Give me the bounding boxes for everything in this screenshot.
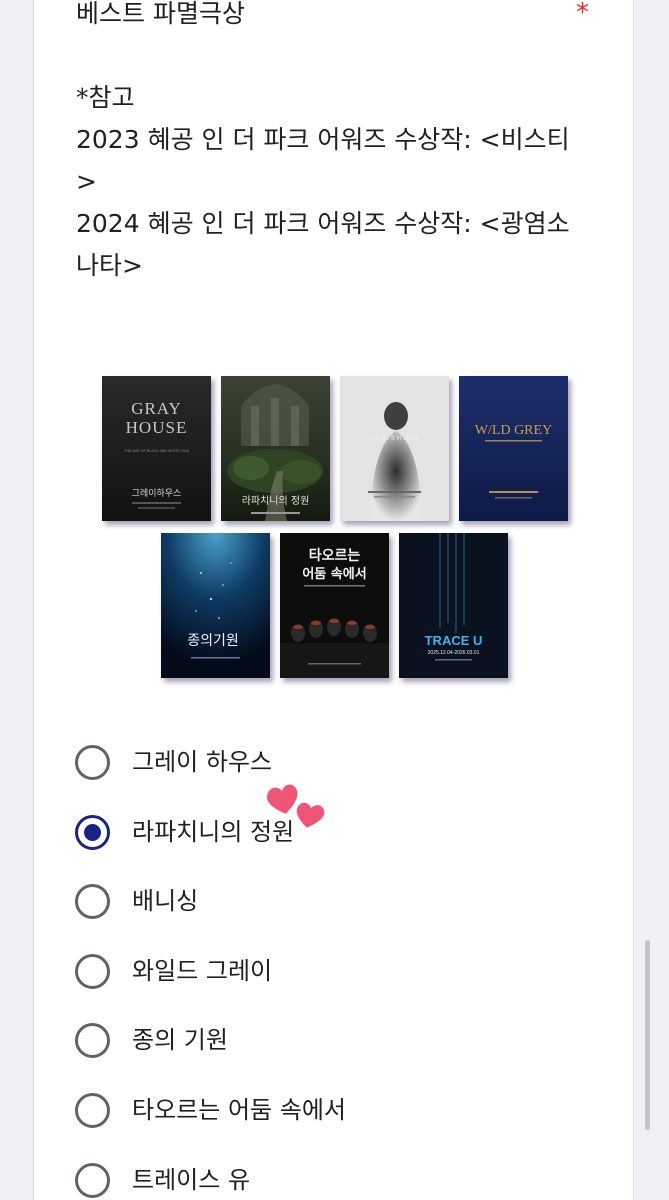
scrollbar-thumb[interactable] [645,940,650,1130]
poster-ko-title-line: 어둠 속에서 [302,566,366,582]
required-asterisk: * [576,0,589,28]
description-line: 2023 혜공 인 더 파크 어워즈 수상작: <비스티 [76,125,570,154]
option-label: 타오르는 어둠 속에서 [132,1096,346,1124]
radio-button[interactable] [75,953,110,989]
option-label: 트레이스 유 [132,1166,251,1194]
poster-ko-title: 라파치니의 정원 [242,495,310,507]
radio-button[interactable] [75,883,110,919]
poster-burning-darkness: 타오르는 어둠 속에서 [280,533,389,678]
option-origin-of-species[interactable]: 종의 기원 [75,1020,475,1060]
poster-vanishing: VANISHING [340,376,449,521]
option-label: 와일드 그레이 [132,957,273,985]
poster-gray-house: GRAY HOUSE THE AGE OF BLACK AND WHITE FI… [102,376,211,521]
option-gray-house[interactable]: 그레이 하우스 [75,742,475,782]
poster-ko-title: 그레이하우스 [132,488,182,499]
poster-subtitle: THE AGE OF BLACK AND WHITE FILM [124,449,189,453]
description-line: *참고 [76,83,135,112]
option-label: 배니싱 [132,887,199,915]
poster-title: W/LD GREY [475,423,552,438]
poster-dates: 2025.12.04-2026.03.01 [428,650,480,656]
radio-button[interactable] [75,1092,110,1128]
radio-button[interactable] [75,744,110,780]
poster-title-line: GRAY [131,399,182,418]
poster-ko-title-line: 타오르는 [309,548,361,564]
option-trace-u[interactable]: 트레이스 유 [75,1160,475,1200]
option-burning-darkness[interactable]: 타오르는 어둠 속에서 [75,1090,475,1130]
question-title: 베스트 파멸극상 [76,0,245,28]
description-line: > [76,167,97,196]
poster-title: TRACE U [425,633,483,648]
description-line: 2024 혜공 인 더 파크 어워즈 수상작: <광염소 [76,209,570,238]
radio-button[interactable] [75,1162,110,1198]
option-label: 그레이 하우스 [132,748,273,776]
poster-rappaccini: 라파치니의 정원 [221,376,330,521]
poster-title-line: HOUSE [126,418,188,437]
poster-wild-grey: W/LD GREY [459,376,568,521]
poster-title: VANISHING [369,436,420,442]
option-label: 종의 기원 [132,1026,228,1054]
radio-button[interactable] [75,1022,110,1058]
description-line: 나타> [76,251,143,280]
option-wild-grey[interactable]: 와일드 그레이 [75,951,475,991]
poster-ko-title: 종의기원 [187,633,239,649]
poster-origin-of-species: 종의기원 [161,533,270,678]
hearts-sticker-icon [265,782,331,834]
poster-trace-u: TRACE U 2025.12.04-2026.03.01 [399,533,508,678]
radio-button-selected[interactable] [75,814,110,850]
option-vanishing[interactable]: 배니싱 [75,881,475,921]
